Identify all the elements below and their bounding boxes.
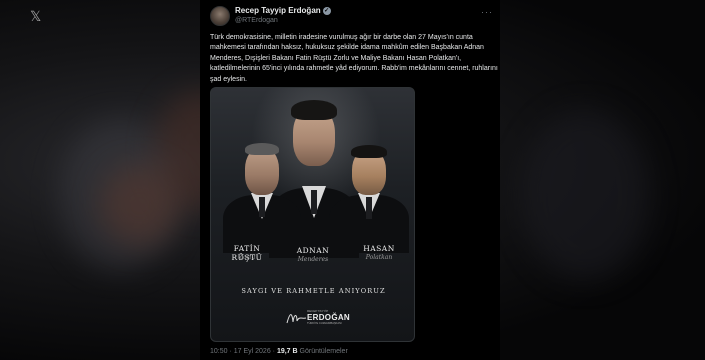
- author-name-row[interactable]: Recep Tayyip Erdoğan ✓: [235, 6, 331, 15]
- portrait-right: [329, 143, 409, 253]
- seal-name-text: ERDOĞAN: [307, 313, 350, 322]
- image-motto: SAYGI VE RAHMETLE ANIYORUZ: [241, 287, 386, 295]
- handwritten-signature: [286, 314, 307, 324]
- person-signature-right: Polatkan: [365, 254, 393, 261]
- blurred-figure: [520, 110, 650, 280]
- seal-bottom-text: TÜRKİYE CUMHURBAŞKANI: [307, 322, 342, 325]
- signature-seal: RECEP TAYYİP ERDOĞAN TÜRKİYE CUMHURBAŞKA…: [285, 308, 350, 328]
- person-name-center: ADNAN: [296, 246, 330, 255]
- views-count[interactable]: 19,7 B: [277, 348, 298, 355]
- avatar[interactable]: [210, 6, 230, 26]
- author-name[interactable]: Recep Tayyip Erdoğan: [235, 6, 321, 15]
- person-name-right: HASAN: [363, 244, 395, 253]
- x-logo-icon[interactable]: 𝕏: [30, 8, 41, 25]
- views-label: Görüntülemeler: [299, 348, 348, 355]
- more-options-icon[interactable]: ···: [481, 7, 493, 17]
- verified-badge-icon: ✓: [322, 6, 331, 15]
- post-time[interactable]: 10:50 · 17 Eyl 2026: [210, 348, 271, 355]
- post-text: Türk demokrasisine, milletin iradesine v…: [210, 34, 498, 83]
- author-handle[interactable]: @RTErdogan: [235, 17, 278, 24]
- person-signature-center: Menderes: [297, 256, 329, 263]
- person-signature-left: Zorlu: [238, 254, 256, 261]
- portrait-left: [223, 143, 301, 253]
- post-header: Recep Tayyip Erdoğan ✓ @RTErdogan ···: [210, 6, 495, 28]
- post-meta: 10:50 · 17 Eyl 2026 · 19,7 B Görüntüleme…: [210, 348, 348, 355]
- post-image[interactable]: FATİN RÜŞTÜ Zorlu ADNAN Menderes HASAN P…: [210, 87, 415, 342]
- blurred-figure: [100, 165, 180, 245]
